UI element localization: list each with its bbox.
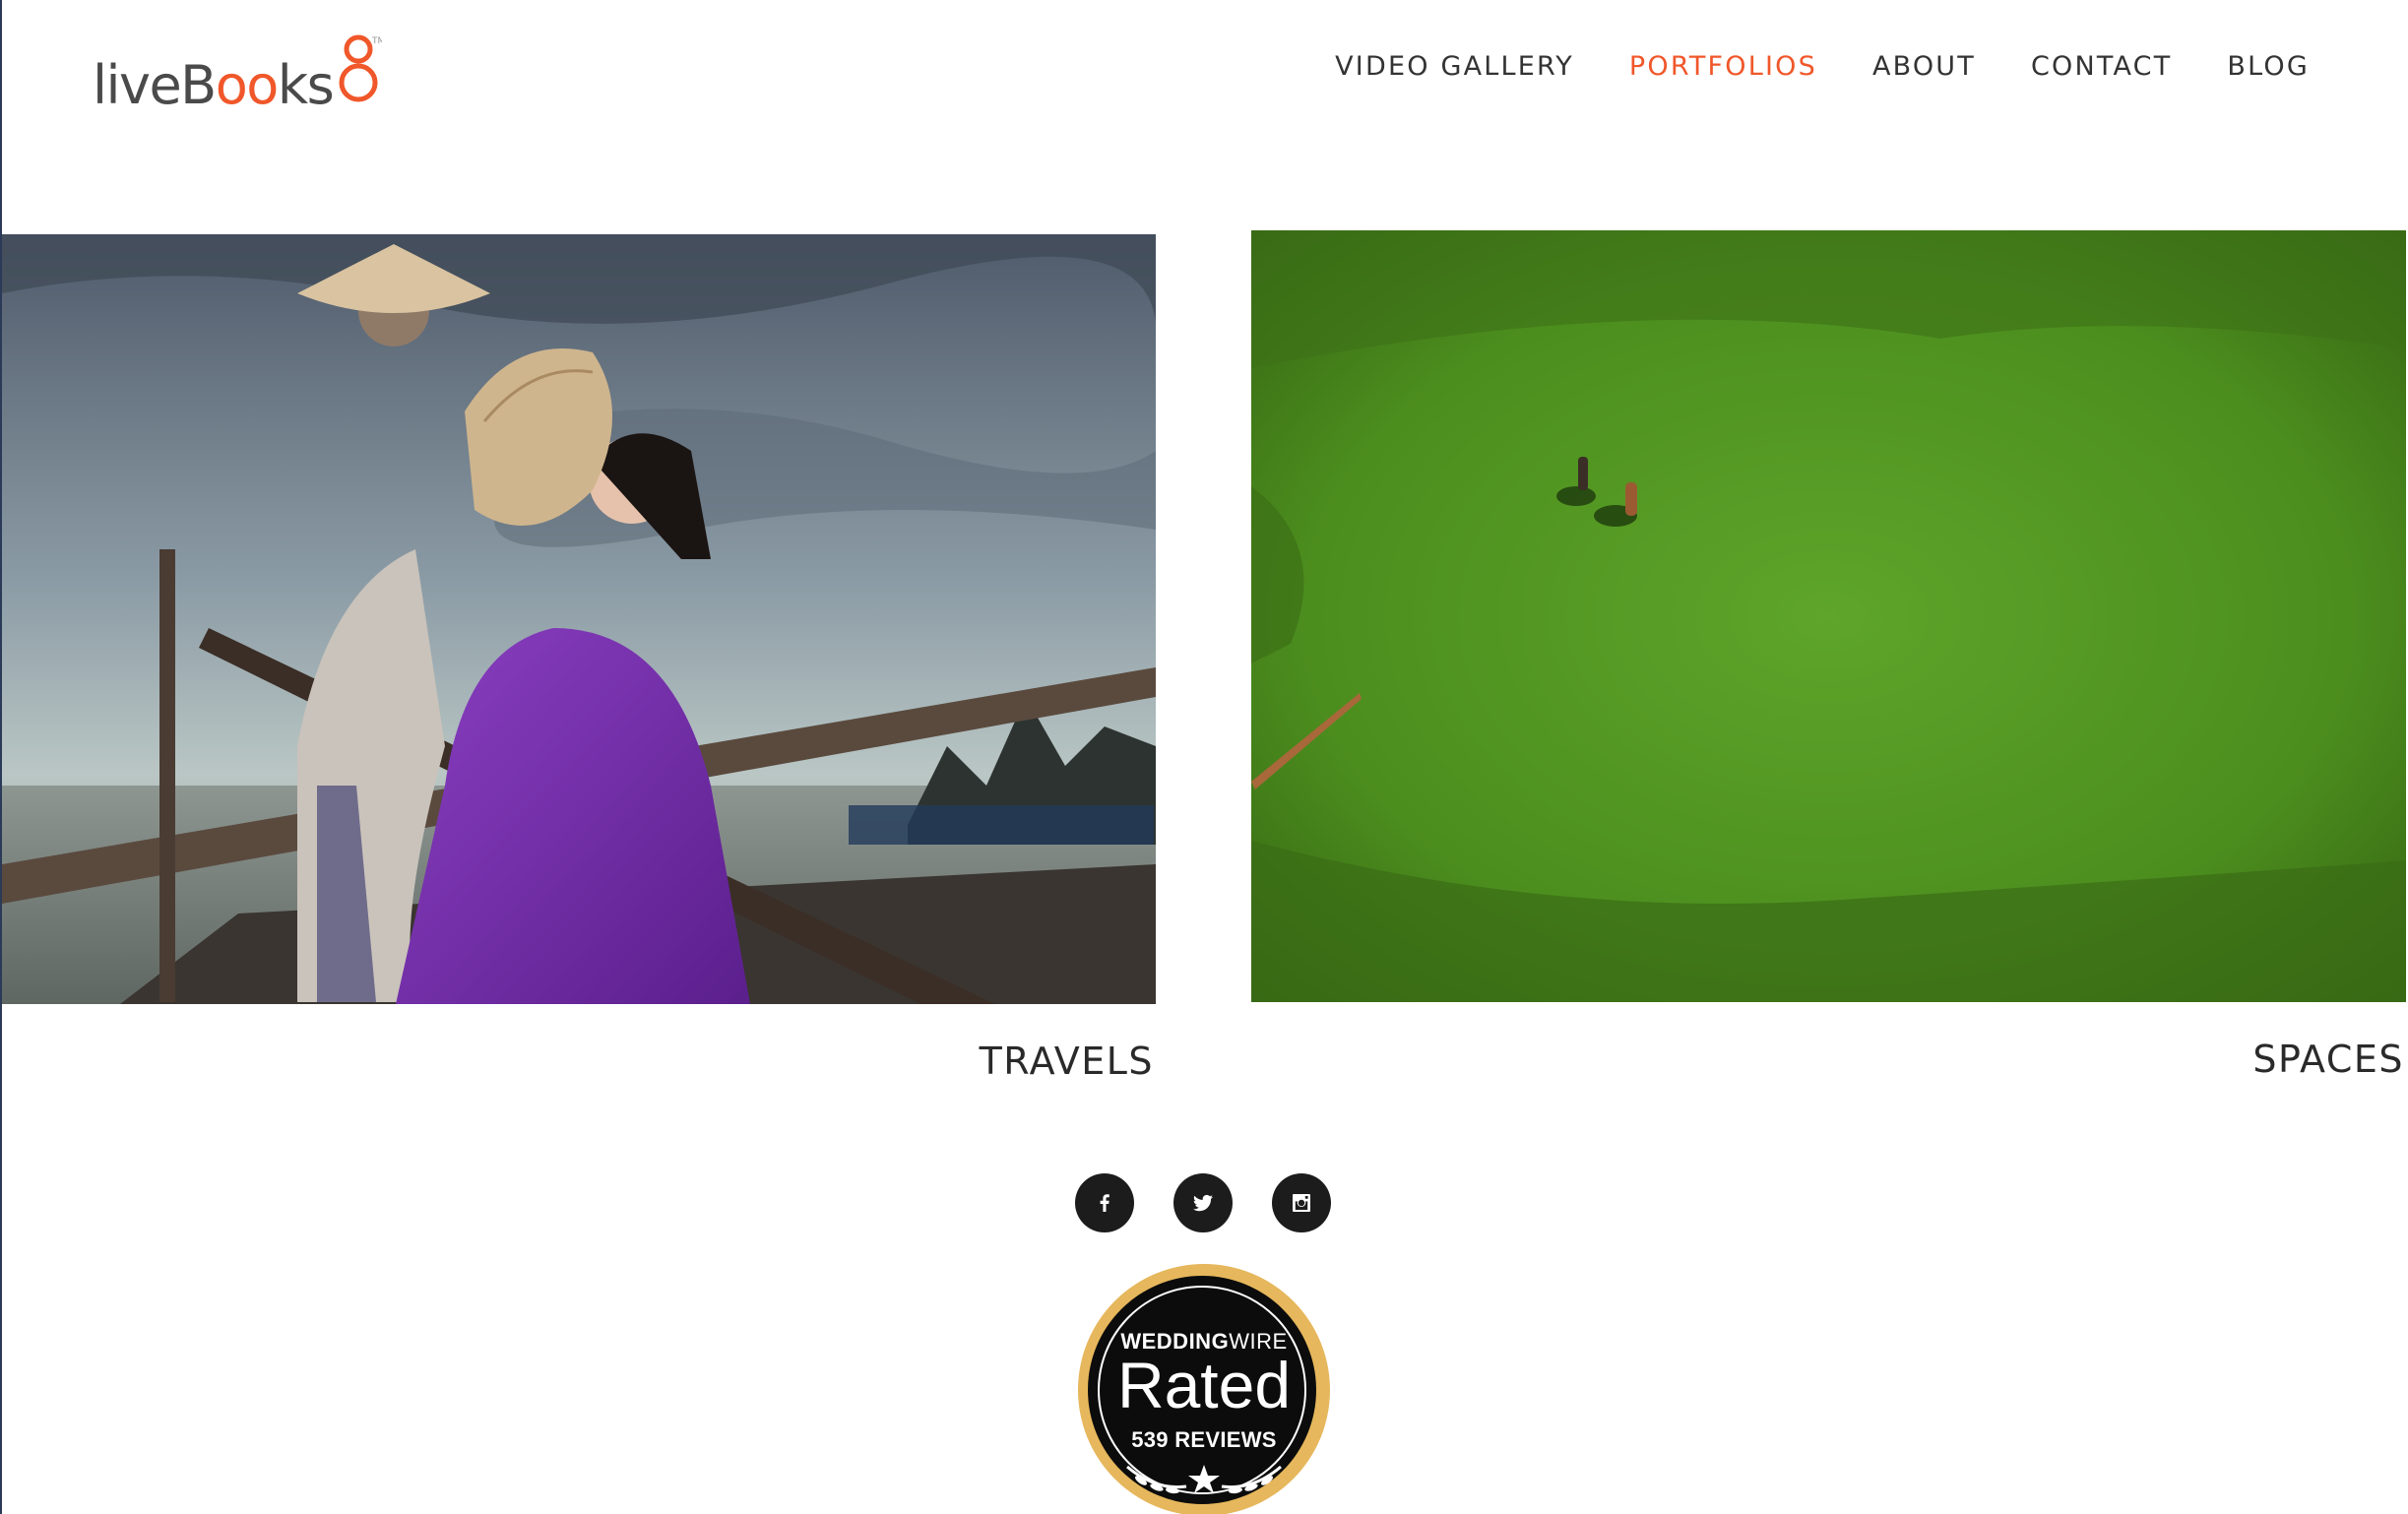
portfolio-travels-image[interactable] — [2, 234, 1156, 1004]
portfolio-spaces-image[interactable] — [1251, 230, 2406, 1002]
logo-wordmark: liveBooks — [93, 54, 335, 116]
twitter-icon — [1193, 1194, 1213, 1212]
site-logo[interactable]: liveBooks TM — [93, 30, 382, 118]
facebook-icon — [1100, 1194, 1109, 1212]
travels-photo-icon — [2, 234, 1156, 1004]
nav-video-gallery[interactable]: VIDEO GALLERY — [1335, 51, 1574, 82]
nav-portfolios[interactable]: PORTFOLIOS — [1629, 51, 1817, 82]
weddingwire-rated-badge[interactable]: WEDDINGWIRE Rated 539 REVIEWS — [1076, 1264, 1332, 1514]
instagram-icon — [1293, 1194, 1310, 1212]
svg-text:TM: TM — [371, 36, 382, 46]
badge-rated-text: Rated — [1116, 1349, 1292, 1421]
instagram-button[interactable] — [1272, 1173, 1331, 1232]
laurel-star-icon — [1126, 1465, 1282, 1494]
main-nav: VIDEO GALLERY PORTFOLIOS ABOUT CONTACT B… — [1335, 51, 2310, 82]
twitter-button[interactable] — [1173, 1173, 1233, 1232]
facebook-button[interactable] — [1075, 1173, 1134, 1232]
nav-contact[interactable]: CONTACT — [2031, 51, 2172, 82]
spaces-photo-icon — [1251, 230, 2406, 1002]
badge-reviews-count: 539 REVIEWS — [1131, 1427, 1277, 1452]
portfolio-travels-label[interactable]: TRAVELS — [980, 1040, 1154, 1083]
logo-eight-mark-icon: TM — [339, 34, 382, 102]
nav-about[interactable]: ABOUT — [1872, 51, 1976, 82]
nav-blog[interactable]: BLOG — [2227, 51, 2310, 82]
social-links — [1075, 1173, 1331, 1232]
portfolio-spaces-label[interactable]: SPACES — [2252, 1038, 2404, 1081]
